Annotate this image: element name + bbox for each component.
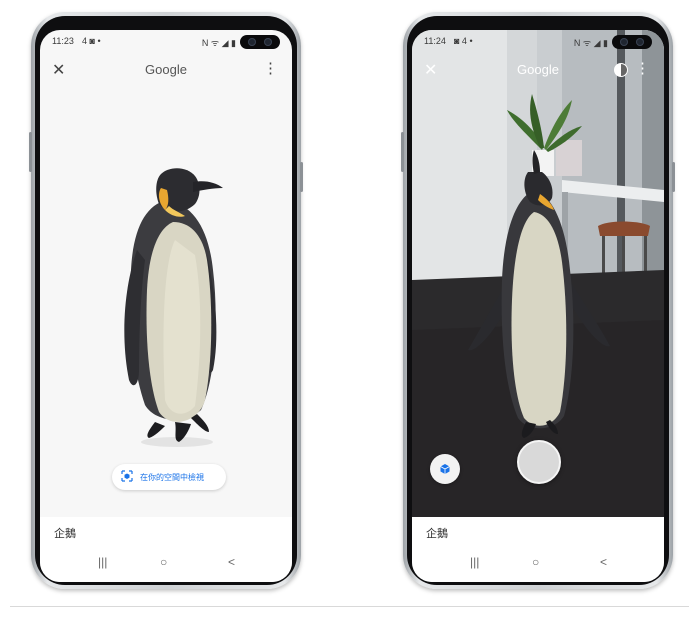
ar-toggle-icon[interactable] (614, 63, 628, 77)
power-button (300, 162, 303, 192)
nav-home-button[interactable]: ○ (160, 555, 167, 569)
result-title: 企鵝 (54, 528, 76, 540)
screen: 11:24 ◙ 4 • N ᯤ ◢ ▮ ✕ Google ⋮ 企鵝 ||| ○ (412, 30, 664, 582)
penguin-3d-model[interactable] (115, 160, 225, 450)
app-bar: ✕ Google ⋮ (40, 52, 292, 90)
nav-recents-button[interactable]: ||| (98, 555, 107, 569)
divider (10, 606, 689, 607)
app-title: Google (145, 62, 187, 77)
power-button (672, 162, 675, 192)
cube-icon (440, 464, 450, 474)
view-in-your-space-label: 在你的空間中檢視 (140, 473, 204, 482)
phone-3d-view: 11:23 4 ◙ • N ᯤ ◢ ▮ ✕ Google ⋮ 在你的空間中檢視 … (29, 12, 303, 589)
status-notification-icons: ◙ 4 • (454, 36, 473, 46)
status-time: 11:23 (52, 36, 74, 46)
view-in-your-space-button[interactable]: 在你的空間中檢視 (112, 464, 226, 490)
status-time: 11:24 (424, 36, 446, 46)
status-system-icons: N ᯤ ◢ ▮ (201, 38, 236, 48)
nav-back-button[interactable]: < (600, 555, 607, 569)
front-camera (240, 35, 280, 49)
shutter-button[interactable] (517, 440, 561, 484)
result-title: 企鵝 (426, 528, 448, 540)
phone-ar-view: 11:24 ◙ 4 • N ᯤ ◢ ▮ ✕ Google ⋮ 企鵝 ||| ○ (401, 12, 675, 589)
front-camera (612, 35, 652, 49)
volume-button (29, 132, 32, 172)
nav-recents-button[interactable]: ||| (470, 555, 479, 569)
volume-button (401, 132, 404, 172)
ar-cube-icon (121, 470, 133, 482)
more-vert-icon[interactable]: ⋮ (263, 59, 278, 77)
switch-to-3d-button[interactable] (430, 454, 460, 484)
nav-home-button[interactable]: ○ (532, 555, 539, 569)
penguin-ar-model[interactable] (442, 150, 612, 440)
result-panel: 企鵝 ||| ○ < (40, 517, 292, 582)
screen: 11:23 4 ◙ • N ᯤ ◢ ▮ ✕ Google ⋮ 在你的空間中檢視 … (40, 30, 292, 582)
more-vert-icon[interactable]: ⋮ (635, 59, 650, 77)
status-notification-icons: 4 ◙ • (82, 36, 101, 46)
nav-back-button[interactable]: < (228, 555, 235, 569)
system-nav-bar: ||| ○ < (412, 553, 664, 577)
result-panel: 企鵝 ||| ○ < (412, 517, 664, 582)
system-nav-bar: ||| ○ < (40, 553, 292, 577)
app-bar: ✕ Google ⋮ (412, 52, 664, 90)
status-system-icons: N ᯤ ◢ ▮ (573, 38, 608, 48)
